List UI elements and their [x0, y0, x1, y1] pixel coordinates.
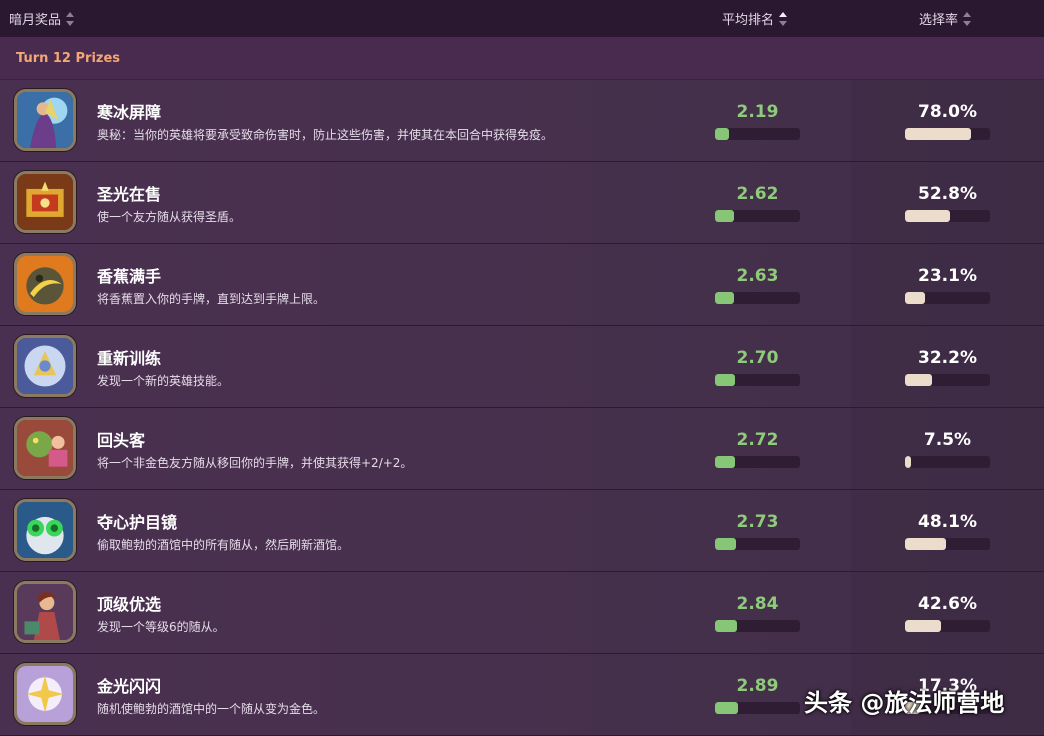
- average-rank-value: 2.73: [736, 512, 779, 532]
- rate-column-label: 选择率: [919, 13, 959, 28]
- pick-rate-value: 78.0%: [918, 102, 977, 122]
- prize-column-label: 暗月奖品: [9, 13, 62, 28]
- average-rank-bar: [715, 128, 800, 140]
- average-rank-value: 2.70: [736, 348, 779, 368]
- average-rank-fill: [715, 292, 734, 304]
- prize-name: 夺心护目镜: [97, 513, 178, 532]
- table-row[interactable]: 回头客 将一个非金色友方随从移回你的手牌，并使其获得+2/+2。 2.72 7.…: [0, 408, 1044, 490]
- average-rank-value: 2.62: [736, 184, 779, 204]
- prize-name: 金光闪闪: [97, 677, 162, 696]
- average-rank-bar: [715, 456, 800, 468]
- pick-rate-bar: [905, 128, 990, 140]
- average-rank-bar: [715, 702, 800, 714]
- pick-rate-fill: [905, 374, 933, 386]
- prize-name: 顶级优选: [97, 595, 162, 614]
- pick-rate-value: 23.1%: [918, 266, 977, 286]
- prize-name: 回头客: [97, 431, 146, 450]
- average-rank-bar: [715, 292, 800, 304]
- table-row[interactable]: 寒冰屏障 奥秘：当你的英雄将要承受致命伤害时，防止这些伤害，并使其在本回合中获得…: [0, 80, 1044, 162]
- average-rank-fill: [715, 620, 738, 632]
- pick-rate-fill: [905, 538, 946, 550]
- prize-description: 将香蕉置入你的手牌，直到达到手牌上限。: [97, 292, 326, 306]
- sort-icon[interactable]: [963, 11, 972, 26]
- rank-column-header[interactable]: 平均排名: [722, 0, 788, 37]
- pick-rate-bar: [905, 538, 990, 550]
- pick-rate-bar: [905, 456, 990, 468]
- prize-name: 重新训练: [97, 349, 162, 368]
- average-rank-fill: [715, 210, 734, 222]
- repeat-customer-icon: [14, 417, 76, 479]
- prize-description: 发现一个等级6的随从。: [97, 620, 225, 634]
- pick-rate-bar: [905, 210, 990, 222]
- average-rank-value: 2.72: [736, 430, 779, 450]
- table-row[interactable]: 夺心护目镜 偷取鲍勃的酒馆中的所有随从，然后刷新酒馆。 2.73 48.1%: [0, 490, 1044, 572]
- prize-description: 发现一个新的英雄技能。: [97, 374, 230, 388]
- table-row[interactable]: 圣光在售 使一个友方随从获得圣盾。 2.62 52.8%: [0, 162, 1044, 244]
- average-rank-bar: [715, 538, 800, 550]
- average-rank-value: 2.84: [736, 594, 779, 614]
- rank-column-label: 平均排名: [722, 13, 775, 28]
- sort-ascending-icon[interactable]: [779, 11, 788, 26]
- table-row[interactable]: 重新训练 发现一个新的英雄技能。 2.70 32.2%: [0, 326, 1044, 408]
- pick-rate-fill: [905, 456, 912, 468]
- prize-description: 将一个非金色友方随从移回你的手牌，并使其获得+2/+2。: [97, 456, 413, 470]
- pick-rate-bar: [905, 374, 990, 386]
- watermark: 头条 @旅法师营地: [804, 689, 1005, 717]
- prize-list: 寒冰屏障 奥秘：当你的英雄将要承受致命伤害时，防止这些伤害，并使其在本回合中获得…: [0, 80, 1044, 736]
- table-header: 暗月奖品 平均排名 选择率: [0, 0, 1044, 37]
- pick-rate-value: 48.1%: [918, 512, 977, 532]
- pick-rate-fill: [905, 620, 942, 632]
- holy-sale-icon: [14, 171, 76, 233]
- pick-rate-value: 7.5%: [923, 430, 972, 450]
- average-rank-value: 2.63: [736, 266, 779, 286]
- average-rank-bar: [715, 210, 800, 222]
- prize-description: 偷取鲍勃的酒馆中的所有随从，然后刷新酒馆。: [97, 538, 350, 552]
- ice-barrier-icon: [14, 89, 76, 151]
- average-rank-bar: [715, 374, 800, 386]
- pick-rate-value: 32.2%: [918, 348, 977, 368]
- sort-icon[interactable]: [66, 11, 75, 26]
- prize-description: 奥秘：当你的英雄将要承受致命伤害时，防止这些伤害，并使其在本回合中获得免疫。: [97, 128, 554, 142]
- average-rank-fill: [715, 374, 736, 386]
- prize-name: 香蕉满手: [97, 267, 162, 286]
- section-header: Turn 12 Prizes: [0, 37, 1044, 79]
- pick-rate-fill: [905, 292, 925, 304]
- average-rank-value: 2.19: [736, 102, 779, 122]
- average-rank-bar: [715, 620, 800, 632]
- section-title: Turn 12 Prizes: [16, 50, 121, 66]
- pick-rate-bar: [905, 620, 990, 632]
- average-rank-fill: [715, 538, 737, 550]
- golden-sparkle-icon: [14, 663, 76, 725]
- prize-column-header[interactable]: 暗月奖品: [9, 0, 75, 37]
- table-row[interactable]: 香蕉满手 将香蕉置入你的手牌，直到达到手牌上限。 2.63 23.1%: [0, 244, 1044, 326]
- pick-rate-value: 42.6%: [918, 594, 977, 614]
- pick-rate-bar: [905, 292, 990, 304]
- pick-rate-fill: [905, 128, 972, 140]
- prize-description: 使一个友方随从获得圣盾。: [97, 210, 242, 224]
- table-row[interactable]: 顶级优选 发现一个等级6的随从。 2.84 42.6%: [0, 572, 1044, 654]
- average-rank-fill: [715, 702, 738, 714]
- prize-description: 随机使鲍勃的酒馆中的一个随从变为金色。: [97, 702, 326, 716]
- rate-column-header[interactable]: 选择率: [919, 0, 972, 37]
- prize-name: 寒冰屏障: [97, 103, 162, 122]
- average-rank-fill: [715, 456, 736, 468]
- top-pick-icon: [14, 581, 76, 643]
- average-rank-fill: [715, 128, 729, 140]
- average-rank-value: 2.89: [736, 676, 779, 696]
- pick-rate-fill: [905, 210, 950, 222]
- banana-icon: [14, 253, 76, 315]
- prize-name: 圣光在售: [97, 185, 162, 204]
- goggles-icon: [14, 499, 76, 561]
- retrain-icon: [14, 335, 76, 397]
- pick-rate-value: 52.8%: [918, 184, 977, 204]
